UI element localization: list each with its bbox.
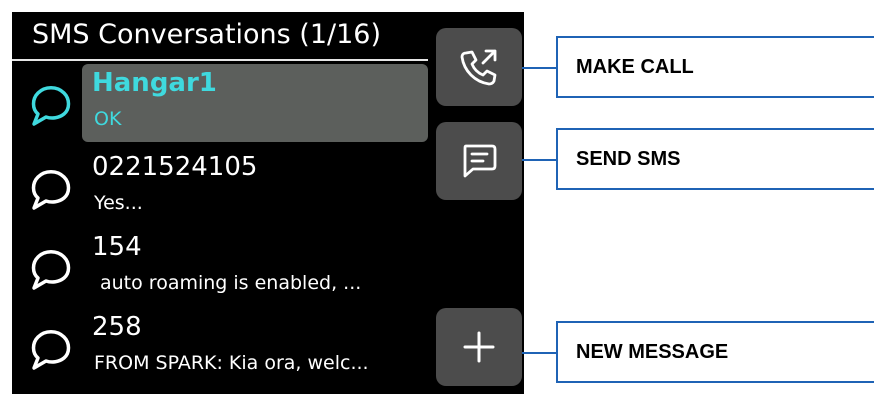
conversation-preview: Yes... — [94, 192, 143, 214]
conversation-item[interactable]: 258 FROM SPARK: Kia ora, welc... — [12, 308, 432, 386]
send-sms-callout: SEND SMS — [556, 128, 874, 190]
page-title: SMS Conversations (1/16) — [32, 19, 382, 50]
conversation-bubble-icon — [31, 250, 71, 290]
callout-label: NEW MESSAGE — [576, 340, 729, 363]
callout-leader-line — [522, 159, 556, 161]
conversation-preview: OK — [94, 108, 122, 130]
message-icon — [463, 144, 497, 178]
conversation-name: 258 — [92, 312, 142, 342]
conversation-item-selected[interactable]: Hangar1 OK — [12, 64, 432, 142]
title-divider — [12, 59, 428, 61]
device-screen: SMS Conversations (1/16) Hangar1 OK 0221… — [12, 12, 524, 394]
phone-outgoing-icon — [460, 49, 497, 86]
conversation-name: 0221524105 — [92, 152, 258, 182]
callout-label: MAKE CALL — [576, 55, 694, 78]
conversation-item[interactable]: 154 auto roaming is enabled, ... — [12, 228, 432, 306]
conversation-bubble-icon — [31, 86, 71, 126]
callout-label: SEND SMS — [576, 147, 681, 170]
make-call-button[interactable] — [436, 28, 522, 106]
plus-icon — [463, 331, 495, 363]
conversation-bubble-icon — [31, 330, 71, 370]
conversation-item[interactable]: 0221524105 Yes... — [12, 148, 432, 226]
new-message-button[interactable] — [436, 308, 522, 386]
new-message-callout: NEW MESSAGE — [556, 321, 874, 383]
conversation-name: 154 — [92, 232, 142, 262]
make-call-callout: MAKE CALL — [556, 36, 874, 98]
conversation-bubble-icon — [31, 170, 71, 210]
callout-leader-line — [522, 352, 556, 354]
send-sms-button[interactable] — [436, 122, 522, 200]
conversation-preview: FROM SPARK: Kia ora, welc... — [94, 352, 369, 374]
conversation-preview: auto roaming is enabled, ... — [100, 272, 362, 294]
conversation-name: Hangar1 — [92, 68, 217, 98]
callout-leader-line — [522, 67, 556, 69]
